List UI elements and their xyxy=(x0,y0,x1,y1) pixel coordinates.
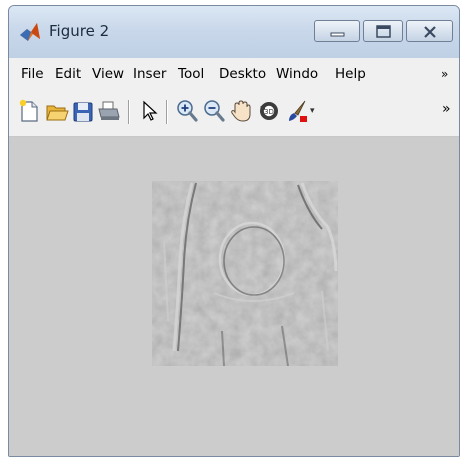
image-plot[interactable] xyxy=(152,181,338,366)
figure-toolbar: 3D ▾ » xyxy=(9,89,459,137)
menu-file[interactable]: File xyxy=(21,66,44,82)
menu-desktop[interactable]: Deskto xyxy=(219,66,266,82)
svg-text:3D: 3D xyxy=(264,108,274,116)
menu-window[interactable]: Windo xyxy=(276,66,318,82)
figure-window: Figure 2 File Edit View Inser Tool Deskt… xyxy=(8,5,460,457)
window-title: Figure 2 xyxy=(49,22,110,40)
menu-tools[interactable]: Tool xyxy=(178,66,204,82)
zoom-in-icon[interactable] xyxy=(175,98,199,124)
data-brush-icon[interactable] xyxy=(285,98,309,124)
minimize-icon xyxy=(330,32,345,37)
maximize-icon xyxy=(376,25,391,38)
save-icon[interactable] xyxy=(71,98,95,124)
menu-bar: File Edit View Inser Tool Deskto Windo H… xyxy=(9,58,459,90)
menu-view[interactable]: View xyxy=(92,66,124,82)
close-icon xyxy=(424,26,436,38)
zoom-out-icon[interactable] xyxy=(202,98,226,124)
close-button[interactable] xyxy=(406,20,453,42)
toolbar-separator xyxy=(166,100,168,124)
pointer-icon[interactable] xyxy=(137,98,161,124)
menu-insert[interactable]: Inser xyxy=(133,66,166,82)
toolbar-overflow-icon[interactable]: » xyxy=(442,101,451,117)
brush-dropdown-arrow-icon[interactable]: ▾ xyxy=(310,106,315,116)
maximize-button[interactable] xyxy=(363,20,403,42)
minimize-button[interactable] xyxy=(314,20,360,42)
figure-canvas[interactable] xyxy=(9,137,459,456)
pan-hand-icon[interactable] xyxy=(229,98,253,124)
open-file-icon[interactable] xyxy=(45,98,69,124)
rotate-3d-icon[interactable]: 3D xyxy=(257,98,281,124)
menu-help[interactable]: Help xyxy=(335,66,366,82)
title-bar[interactable]: Figure 2 xyxy=(9,6,459,58)
print-icon[interactable] xyxy=(97,98,121,124)
new-figure-icon[interactable] xyxy=(17,98,41,124)
menu-edit[interactable]: Edit xyxy=(55,66,81,82)
matlab-logo-icon xyxy=(20,23,40,41)
toolbar-separator xyxy=(128,100,130,124)
menu-overflow-icon[interactable]: » xyxy=(441,67,448,81)
